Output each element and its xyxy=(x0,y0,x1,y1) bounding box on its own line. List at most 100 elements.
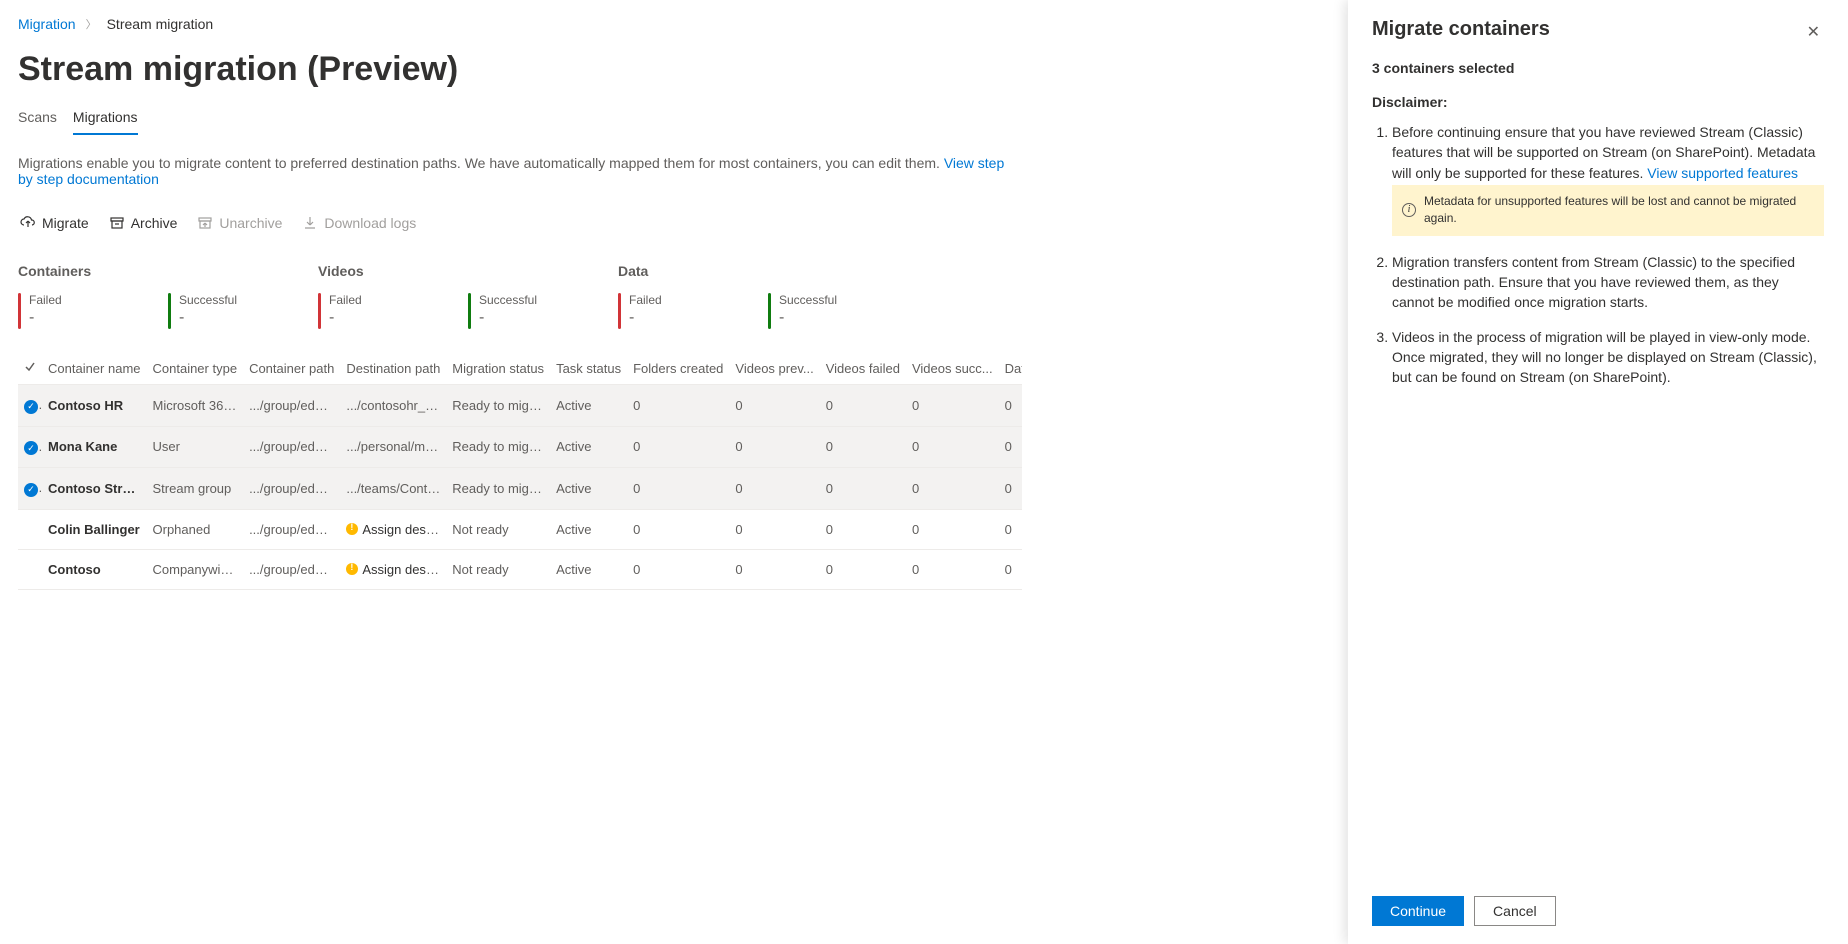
videos-succ: 0 xyxy=(906,509,999,549)
videos-failed: 0 xyxy=(820,509,906,549)
cloud-upload-icon xyxy=(20,215,36,231)
container-type: Companywide channel xyxy=(147,549,244,589)
destination-path: .../teams/Contoso... xyxy=(340,468,446,510)
stat-successful: Successful- xyxy=(468,293,558,329)
archive-icon xyxy=(109,215,125,231)
col-type[interactable]: Container type xyxy=(147,353,244,385)
container-type: Orphaned xyxy=(147,509,244,549)
continue-button[interactable]: Continue xyxy=(1372,896,1464,926)
close-icon: ✕ xyxy=(1807,24,1820,41)
videos-prev: 0 xyxy=(729,549,819,589)
container-path: .../group/ed53... xyxy=(243,385,340,427)
col-folders[interactable]: Folders created xyxy=(627,353,729,385)
data-prev: 0 xyxy=(999,426,1022,468)
folders-created: 0 xyxy=(627,549,729,589)
folders-created: 0 xyxy=(627,426,729,468)
info-icon: i xyxy=(1402,203,1416,217)
container-name: Contoso HR xyxy=(42,385,147,427)
breadcrumb-current: Stream migration xyxy=(107,16,214,32)
breadcrumb-root[interactable]: Migration xyxy=(18,16,76,32)
container-path: .../group/ed53... xyxy=(243,426,340,468)
table-row[interactable]: ✓ Mona Kane User .../group/ed53... .../p… xyxy=(18,426,1022,468)
videos-failed: 0 xyxy=(820,468,906,510)
panel-title: Migrate containers xyxy=(1372,18,1550,41)
col-select[interactable] xyxy=(18,353,42,385)
tab-migrations[interactable]: Migrations xyxy=(73,103,138,135)
videos-failed: 0 xyxy=(820,385,906,427)
checkmark-icon[interactable]: ✓ xyxy=(24,441,38,455)
stats-row: Containers Failed- Successful- Videos Fa… xyxy=(18,263,1022,329)
container-path: .../group/ed53... xyxy=(243,468,340,510)
table-row[interactable]: ✓ Contoso HR Microsoft 365 group .../gro… xyxy=(18,385,1022,427)
archive-button[interactable]: Archive xyxy=(107,211,180,235)
toolbar: Migrate Archive Unarchive Download logs xyxy=(18,211,1022,235)
data-prev: 0 xyxy=(999,468,1022,510)
col-data-prev[interactable]: Data previo... xyxy=(999,353,1022,385)
warning-icon xyxy=(346,523,358,535)
videos-failed: 0 xyxy=(820,426,906,468)
col-videos-failed[interactable]: Videos failed xyxy=(820,353,906,385)
table-row[interactable]: ✓ Contoso Stream Group Stream group .../… xyxy=(18,468,1022,510)
videos-failed: 0 xyxy=(820,549,906,589)
col-container-path[interactable]: Container path xyxy=(243,353,340,385)
unarchive-icon xyxy=(197,215,213,231)
migration-status: Not ready xyxy=(446,509,550,549)
disclaimer-label: Disclaimer: xyxy=(1372,94,1824,110)
migrate-containers-panel: Migrate containers ✕ 3 containers select… xyxy=(1348,0,1848,944)
disclaimer-item-2: Migration transfers content from Stream … xyxy=(1392,252,1824,313)
unarchive-button: Unarchive xyxy=(195,211,284,235)
checkmark-icon[interactable]: ✓ xyxy=(24,400,38,414)
checkmark-icon[interactable]: ✓ xyxy=(24,483,38,497)
assign-destination-link[interactable]: Assign destination xyxy=(362,562,446,577)
container-type: User xyxy=(147,426,244,468)
migration-status: Ready to migrate xyxy=(446,426,550,468)
chevron-right-icon: 〉 xyxy=(86,16,97,32)
download-icon xyxy=(302,215,318,231)
table-row[interactable]: Contoso Companywide channel .../group/ed… xyxy=(18,549,1022,589)
col-migration-status[interactable]: Migration status xyxy=(446,353,550,385)
tab-scans[interactable]: Scans xyxy=(18,103,57,135)
videos-succ: 0 xyxy=(906,468,999,510)
selected-count: 3 containers selected xyxy=(1372,60,1824,76)
tabs: Scans Migrations xyxy=(18,103,1022,135)
videos-succ: 0 xyxy=(906,426,999,468)
task-status: Active xyxy=(550,426,627,468)
container-name: Mona Kane xyxy=(42,426,147,468)
col-videos-prev[interactable]: Videos prev... xyxy=(729,353,819,385)
container-name: Contoso Stream Group xyxy=(42,468,147,510)
data-prev: 0 xyxy=(999,549,1022,589)
videos-succ: 0 xyxy=(906,549,999,589)
container-path: .../group/ed53... xyxy=(243,509,340,549)
info-banner: i Metadata for unsupported features will… xyxy=(1392,185,1824,236)
migration-status: Ready to migrate xyxy=(446,468,550,510)
assign-destination-link[interactable]: Assign destination xyxy=(362,522,446,537)
col-videos-succ[interactable]: Videos succ... xyxy=(906,353,999,385)
page-title: Stream migration (Preview) xyxy=(18,50,1022,89)
col-task-status[interactable]: Task status xyxy=(550,353,627,385)
col-name[interactable]: Container name xyxy=(42,353,147,385)
destination-path: .../personal/monak... xyxy=(340,426,446,468)
supported-features-link[interactable]: View supported features xyxy=(1647,165,1798,181)
disclaimer-item-3: Videos in the process of migration will … xyxy=(1392,327,1824,388)
stat-failed: Failed- xyxy=(318,293,408,329)
migration-status: Not ready xyxy=(446,549,550,589)
download-logs-button: Download logs xyxy=(300,211,418,235)
stats-group-label: Containers xyxy=(18,263,258,279)
table-row[interactable]: Colin Ballinger Orphaned .../group/ed53.… xyxy=(18,509,1022,549)
col-destination-path[interactable]: Destination path xyxy=(340,353,446,385)
close-button[interactable]: ✕ xyxy=(1803,18,1824,46)
task-status: Active xyxy=(550,468,627,510)
container-name: Colin Ballinger xyxy=(42,509,147,549)
folders-created: 0 xyxy=(627,385,729,427)
task-status: Active xyxy=(550,509,627,549)
folders-created: 0 xyxy=(627,509,729,549)
stats-group-label: Data xyxy=(618,263,858,279)
warning-icon xyxy=(346,563,358,575)
videos-prev: 0 xyxy=(729,509,819,549)
stat-failed: Failed- xyxy=(18,293,108,329)
cancel-button[interactable]: Cancel xyxy=(1474,896,1556,926)
container-path: .../group/ed53... xyxy=(243,549,340,589)
migrate-button[interactable]: Migrate xyxy=(18,211,91,235)
videos-prev: 0 xyxy=(729,426,819,468)
breadcrumb: Migration 〉 Stream migration xyxy=(18,16,1022,32)
